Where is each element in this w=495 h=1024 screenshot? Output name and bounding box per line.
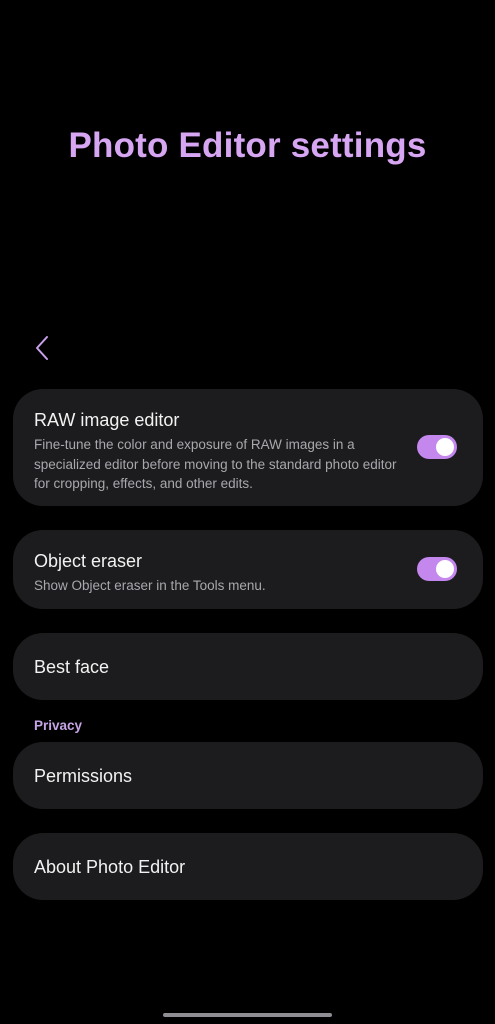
about-photo-editor-text: About Photo Editor — [34, 833, 185, 900]
home-indicator[interactable] — [163, 1013, 332, 1017]
page-title: Photo Editor settings — [68, 126, 427, 165]
best-face-title: Best face — [34, 656, 110, 677]
object-eraser-text: Object eraser Show Object eraser in the … — [34, 550, 404, 596]
raw-image-editor-description: Fine-tune the color and exposure of RAW … — [34, 437, 397, 491]
best-face-item[interactable]: Best face — [13, 633, 483, 700]
object-eraser-description: Show Object eraser in the Tools menu. — [34, 578, 266, 593]
toggle-knob — [436, 560, 454, 578]
permissions-title: Permissions — [34, 765, 133, 786]
about-photo-editor-title: About Photo Editor — [34, 856, 186, 877]
permissions-text: Permissions — [34, 742, 132, 809]
about-photo-editor-item[interactable]: About Photo Editor — [13, 833, 483, 900]
object-eraser-toggle[interactable] — [417, 557, 457, 581]
raw-image-editor-title: RAW image editor — [34, 410, 180, 430]
object-eraser-title: Object eraser — [34, 551, 143, 571]
chevron-left-icon — [34, 335, 50, 366]
raw-image-editor-text: RAW image editor Fine-tune the color and… — [34, 409, 404, 494]
raw-image-editor-card[interactable]: RAW image editor Fine-tune the color and… — [13, 389, 483, 506]
object-eraser-card[interactable]: Object eraser Show Object eraser in the … — [13, 530, 483, 609]
toggle-knob — [436, 438, 454, 456]
best-face-text: Best face — [34, 633, 109, 700]
privacy-section-header: Privacy — [34, 718, 83, 733]
raw-image-editor-toggle[interactable] — [417, 435, 457, 459]
back-button[interactable] — [26, 334, 58, 366]
permissions-item[interactable]: Permissions — [13, 742, 483, 809]
